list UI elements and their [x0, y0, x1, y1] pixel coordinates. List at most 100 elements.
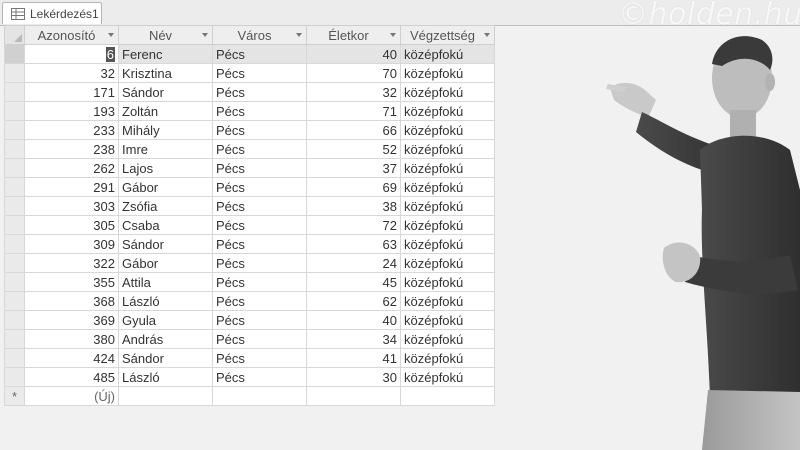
cell-varos[interactable]: Pécs [212, 253, 307, 273]
column-header-azonosito[interactable]: Azonosító [24, 25, 119, 45]
cell-varos[interactable]: Pécs [212, 63, 307, 83]
cell-vegzettseg[interactable]: középfokú [400, 120, 495, 140]
cell-eletkor[interactable]: 71 [306, 101, 401, 121]
new-record-placeholder[interactable]: (Új) [24, 386, 119, 406]
cell-vegzettseg[interactable]: középfokú [400, 348, 495, 368]
query-tab[interactable]: Lekérdezés1 [2, 2, 102, 24]
cell-azonosito[interactable]: 380 [24, 329, 119, 349]
cell-azonosito[interactable]: 262 [24, 158, 119, 178]
cell-nev[interactable]: Gábor [118, 253, 213, 273]
row-selector[interactable] [4, 177, 25, 197]
table-row[interactable]: 322 Gábor Pécs 24 középfokú [4, 253, 495, 273]
cell-eletkor[interactable] [306, 386, 401, 406]
table-row[interactable]: 485 László Pécs 30 középfokú [4, 367, 495, 387]
cell-azonosito[interactable]: 485 [24, 367, 119, 387]
cell-eletkor[interactable]: 34 [306, 329, 401, 349]
table-row[interactable]: 368 László Pécs 62 középfokú [4, 291, 495, 311]
cell-varos[interactable]: Pécs [212, 215, 307, 235]
cell-azonosito[interactable]: 355 [24, 272, 119, 292]
cell-nev[interactable]: Gábor [118, 177, 213, 197]
cell-azonosito[interactable]: 291 [24, 177, 119, 197]
cell-eletkor[interactable]: 70 [306, 63, 401, 83]
cell-varos[interactable]: Pécs [212, 196, 307, 216]
select-all-corner[interactable] [4, 25, 25, 45]
cell-nev[interactable]: László [118, 291, 213, 311]
row-selector[interactable] [4, 120, 25, 140]
row-selector[interactable] [4, 272, 25, 292]
column-dropdown-icon[interactable] [202, 33, 208, 37]
cell-eletkor[interactable]: 66 [306, 120, 401, 140]
cell-varos[interactable]: Pécs [212, 139, 307, 159]
cell-vegzettseg[interactable]: középfokú [400, 82, 495, 102]
cell-azonosito[interactable]: 233 [24, 120, 119, 140]
cell-vegzettseg[interactable]: középfokú [400, 272, 495, 292]
table-row[interactable]: 262 Lajos Pécs 37 középfokú [4, 158, 495, 178]
table-row[interactable]: 424 Sándor Pécs 41 középfokú [4, 348, 495, 368]
column-dropdown-icon[interactable] [484, 33, 490, 37]
cell-varos[interactable]: Pécs [212, 348, 307, 368]
column-header-varos[interactable]: Város [212, 25, 307, 45]
row-selector[interactable] [4, 101, 25, 121]
cell-varos[interactable]: Pécs [212, 120, 307, 140]
cell-vegzettseg[interactable]: középfokú [400, 44, 495, 64]
cell-varos[interactable] [212, 386, 307, 406]
cell-varos[interactable]: Pécs [212, 101, 307, 121]
new-record-row[interactable]: * (Új) [4, 386, 495, 406]
cell-vegzettseg[interactable]: középfokú [400, 329, 495, 349]
cell-eletkor[interactable]: 24 [306, 253, 401, 273]
table-row[interactable]: 380 András Pécs 34 középfokú [4, 329, 495, 349]
row-selector[interactable] [4, 82, 25, 102]
table-row[interactable]: 309 Sándor Pécs 63 középfokú [4, 234, 495, 254]
cell-eletkor[interactable]: 37 [306, 158, 401, 178]
cell-nev[interactable]: Attila [118, 272, 213, 292]
cell-vegzettseg[interactable]: középfokú [400, 158, 495, 178]
row-selector[interactable] [4, 310, 25, 330]
cell-varos[interactable]: Pécs [212, 367, 307, 387]
table-row[interactable]: 369 Gyula Pécs 40 középfokú [4, 310, 495, 330]
cell-nev[interactable]: Lajos [118, 158, 213, 178]
cell-varos[interactable]: Pécs [212, 177, 307, 197]
cell-varos[interactable]: Pécs [212, 44, 307, 64]
table-row[interactable]: 355 Attila Pécs 45 középfokú [4, 272, 495, 292]
table-row[interactable]: 171 Sándor Pécs 32 középfokú [4, 82, 495, 102]
new-record-marker[interactable]: * [4, 386, 25, 406]
column-header-vegzettseg[interactable]: Végzettség [400, 25, 495, 45]
cell-nev[interactable]: Krisztina [118, 63, 213, 83]
row-selector[interactable] [4, 234, 25, 254]
column-header-nev[interactable]: Név [118, 25, 213, 45]
table-row[interactable]: 303 Zsófia Pécs 38 középfokú [4, 196, 495, 216]
cell-vegzettseg[interactable]: középfokú [400, 310, 495, 330]
cell-azonosito[interactable]: 368 [24, 291, 119, 311]
cell-vegzettseg[interactable]: középfokú [400, 367, 495, 387]
row-selector[interactable] [4, 158, 25, 178]
cell-azonosito[interactable]: 424 [24, 348, 119, 368]
cell-vegzettseg[interactable]: középfokú [400, 196, 495, 216]
column-header-eletkor[interactable]: Életkor [306, 25, 401, 45]
cell-eletkor[interactable]: 69 [306, 177, 401, 197]
cell-azonosito[interactable]: 369 [24, 310, 119, 330]
table-row[interactable]: 32 Krisztina Pécs 70 középfokú [4, 63, 495, 83]
cell-nev[interactable] [118, 386, 213, 406]
column-dropdown-icon[interactable] [296, 33, 302, 37]
cell-eletkor[interactable]: 52 [306, 139, 401, 159]
row-selector[interactable] [4, 215, 25, 235]
cell-varos[interactable]: Pécs [212, 158, 307, 178]
cell-azonosito[interactable]: 303 [24, 196, 119, 216]
cell-azonosito[interactable]: 238 [24, 139, 119, 159]
cell-azonosito[interactable]: 305 [24, 215, 119, 235]
cell-azonosito[interactable]: 32 [24, 63, 119, 83]
table-row[interactable]: 193 Zoltán Pécs 71 középfokú [4, 101, 495, 121]
cell-eletkor[interactable]: 72 [306, 215, 401, 235]
cell-eletkor[interactable]: 40 [306, 44, 401, 64]
cell-eletkor[interactable]: 62 [306, 291, 401, 311]
row-selector[interactable] [4, 329, 25, 349]
cell-eletkor[interactable]: 40 [306, 310, 401, 330]
cell-nev[interactable]: Mihály [118, 120, 213, 140]
cell-vegzettseg[interactable]: középfokú [400, 253, 495, 273]
cell-nev[interactable]: András [118, 329, 213, 349]
cell-eletkor[interactable]: 41 [306, 348, 401, 368]
table-row[interactable]: 291 Gábor Pécs 69 középfokú [4, 177, 495, 197]
cell-vegzettseg[interactable]: középfokú [400, 215, 495, 235]
row-selector[interactable] [4, 196, 25, 216]
cell-vegzettseg[interactable]: középfokú [400, 177, 495, 197]
